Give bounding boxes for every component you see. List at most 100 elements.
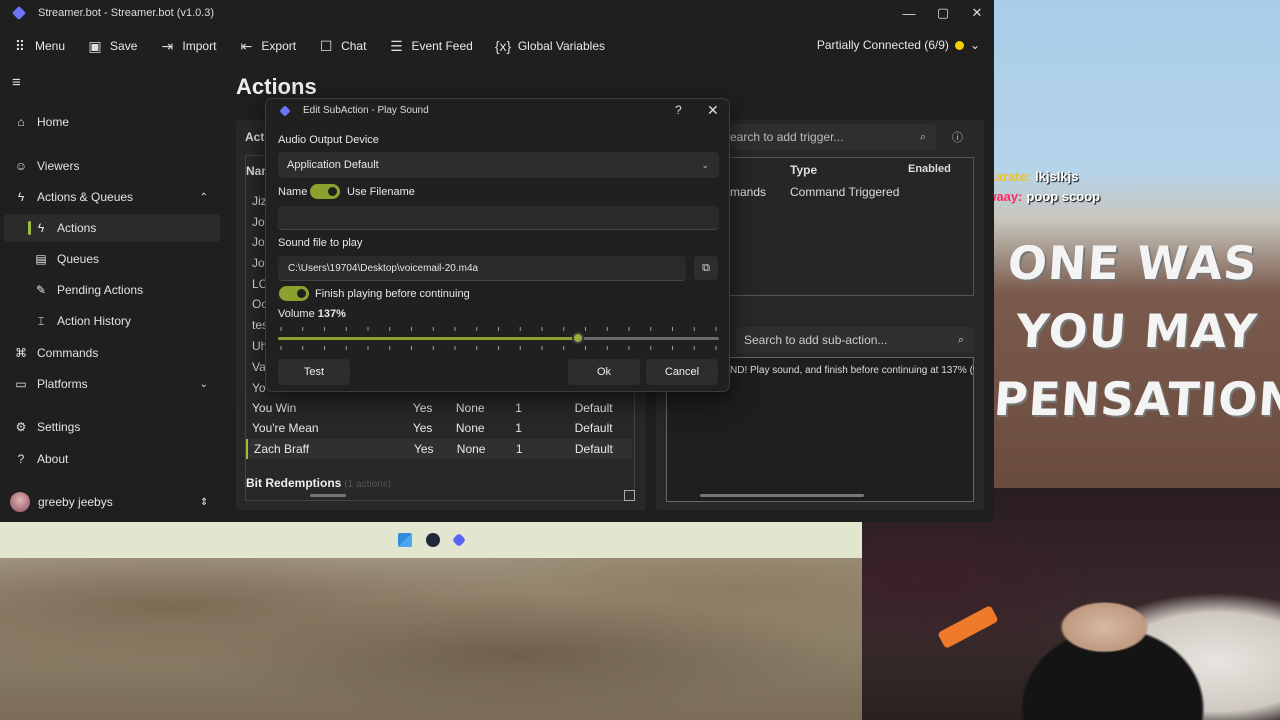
- list-item[interactable]: Yo: [252, 381, 266, 395]
- chevron-down-icon: ⌄: [701, 159, 709, 170]
- use-filename-label: Use Filename: [347, 186, 415, 198]
- save-button[interactable]: ▣ Save: [87, 38, 137, 55]
- chat-button[interactable]: ☐ Chat: [318, 37, 367, 55]
- browse-file-button[interactable]: ⧉: [694, 256, 718, 280]
- resize-grip-icon[interactable]: [624, 490, 635, 501]
- slider-thumb[interactable]: [571, 332, 584, 344]
- hamburger-icon[interactable]: ≡: [12, 74, 21, 91]
- title-bar: Streamer.bot - Streamer.bot (v1.0.3) — ▢…: [0, 0, 994, 26]
- sound-file-label: Sound file to play: [278, 237, 363, 249]
- trigger-search-placeholder: earch to add trigger...: [730, 130, 844, 144]
- group-header[interactable]: Bit Redemptions (1 actions): [246, 476, 391, 490]
- minimize-button[interactable]: —: [892, 0, 926, 26]
- user-profile[interactable]: greeby jeebys ⇕: [10, 492, 208, 512]
- sidebar-item-home[interactable]: ⌂ Home: [4, 108, 220, 136]
- connection-label: Partially Connected (6/9): [816, 38, 949, 52]
- sidebar-item-label: Settings: [37, 420, 81, 434]
- search-icon: ⌕: [957, 333, 964, 346]
- windows-start-icon[interactable]: [398, 533, 412, 547]
- list-item[interactable]: Jo: [252, 256, 265, 270]
- enabled-column-header[interactable]: Enabled: [908, 163, 951, 175]
- sidebar-item-actions[interactable]: ϟ Actions: [4, 214, 220, 242]
- action-name: Zach Braff: [254, 442, 310, 456]
- action-name: You're Mean: [252, 421, 319, 435]
- audio-output-label: Audio Output Device: [278, 134, 379, 146]
- sidebar-item-viewers[interactable]: ☺ Viewers: [4, 152, 220, 180]
- help-button[interactable]: ?: [675, 103, 682, 117]
- horizontal-scrollbar[interactable]: [310, 494, 346, 497]
- finish-playing-toggle[interactable]: [279, 286, 309, 301]
- sidebar-item-actions-queues[interactable]: ϟ Actions & Queues ⌃: [4, 183, 220, 211]
- trigger-name[interactable]: mands: [730, 185, 766, 199]
- trigger-type[interactable]: Command Triggered: [790, 185, 899, 199]
- export-button[interactable]: ⇤ Export: [238, 38, 297, 55]
- import-button[interactable]: ⇥ Import: [159, 38, 217, 55]
- search-icon: ⌕: [919, 130, 926, 143]
- type-column-header[interactable]: Type: [790, 163, 817, 177]
- trigger-search-input[interactable]: earch to add trigger... ⌕: [730, 124, 936, 150]
- chevron-updown-icon: ⇕: [200, 496, 209, 508]
- slider-ticks: [280, 327, 717, 350]
- finish-playing-label: Finish playing before continuing: [315, 288, 470, 300]
- global-variables-button[interactable]: {x} Global Variables: [495, 38, 605, 54]
- action-enabled: Yes: [412, 421, 433, 435]
- users-icon: ☺: [14, 159, 28, 173]
- audio-output-value: Application Default: [287, 159, 379, 171]
- sidebar-item-settings[interactable]: ⚙ Settings: [4, 413, 220, 441]
- sidebar-item-pending-actions[interactable]: ✎ Pending Actions: [4, 276, 220, 304]
- bolt-icon: ϟ: [17, 190, 25, 204]
- cancel-button[interactable]: Cancel: [646, 359, 718, 385]
- volume-slider[interactable]: [278, 327, 719, 353]
- use-filename-toggle[interactable]: [310, 184, 340, 199]
- close-button[interactable]: ✕: [960, 0, 994, 26]
- history-icon: ⌶: [37, 313, 45, 328]
- action-count: 1: [515, 401, 522, 415]
- maximize-button[interactable]: ▢: [926, 0, 960, 26]
- action-count: 1: [515, 442, 523, 456]
- sidebar-item-action-history[interactable]: ⌶ Action History: [4, 307, 220, 335]
- variable-icon: {x}: [494, 38, 512, 54]
- test-button[interactable]: Test: [278, 359, 350, 385]
- sidebar-item-commands[interactable]: ⌘ Commands: [4, 339, 220, 367]
- streamerbot-taskbar-icon[interactable]: [451, 532, 467, 548]
- ok-button[interactable]: Ok: [568, 359, 640, 385]
- sound-file-field[interactable]: C:\Users\19704\Desktop\voicemail-20.m4a: [278, 256, 686, 281]
- avatar: [10, 492, 30, 512]
- sidebar-item-platforms[interactable]: ▭ Platforms ⌄: [4, 370, 220, 398]
- subaction-search-placeholder: Search to add sub-action...: [744, 333, 888, 347]
- horizontal-scrollbar[interactable]: [700, 494, 864, 497]
- sign-text-line: YOU MAY: [1014, 304, 1260, 358]
- event-feed-button[interactable]: ☰ Event Feed: [388, 38, 473, 55]
- sidebar-item-about[interactable]: ? About: [4, 445, 220, 473]
- group-title: Bit Redemptions: [246, 476, 342, 490]
- chat-icon: ☐: [319, 37, 333, 54]
- table-row-selected[interactable]: Zach Braff Yes None 1 Default: [246, 439, 632, 459]
- sidebar-item-label: Actions: [57, 221, 97, 235]
- table-row[interactable]: You Win Yes None 1 Default: [252, 398, 632, 418]
- name-field[interactable]: [278, 206, 719, 230]
- connection-status[interactable]: Partially Connected (6/9) ⌄: [817, 38, 980, 52]
- list-item[interactable]: Jo: [252, 235, 265, 249]
- sidebar-item-label: Platforms: [37, 377, 88, 391]
- question-icon: ?: [17, 452, 25, 466]
- sidebar-item-label: Commands: [37, 346, 99, 360]
- info-icon[interactable]: ⓘ: [952, 129, 963, 145]
- status-dot-icon: [954, 40, 964, 50]
- chevron-up-icon: ⌃: [199, 191, 208, 203]
- sidebar-item-queues[interactable]: ▤ Queues: [4, 245, 220, 273]
- subaction-search-input[interactable]: Search to add sub-action... ⌕: [736, 327, 974, 353]
- slider-fill: [278, 337, 578, 340]
- chat-text: poop scoop: [1026, 188, 1101, 204]
- table-row[interactable]: You're Mean Yes None 1 Default: [252, 418, 632, 438]
- audio-output-select[interactable]: Application Default ⌄: [278, 152, 719, 178]
- menu-button[interactable]: ⠿ Menu: [12, 38, 65, 55]
- sidebar-item-label: Queues: [57, 252, 100, 266]
- group-count: (1 actions): [344, 479, 392, 490]
- subaction-row[interactable]: ND! Play sound, and finish before contin…: [730, 365, 974, 376]
- list-item[interactable]: Va: [252, 360, 266, 374]
- steam-icon[interactable]: [426, 533, 440, 547]
- dialog-close-button[interactable]: ✕: [707, 102, 719, 119]
- stream-background-hillside: [0, 558, 862, 720]
- sign-text-line: ONE WAS: [1006, 236, 1260, 290]
- os-taskbar: [0, 522, 862, 558]
